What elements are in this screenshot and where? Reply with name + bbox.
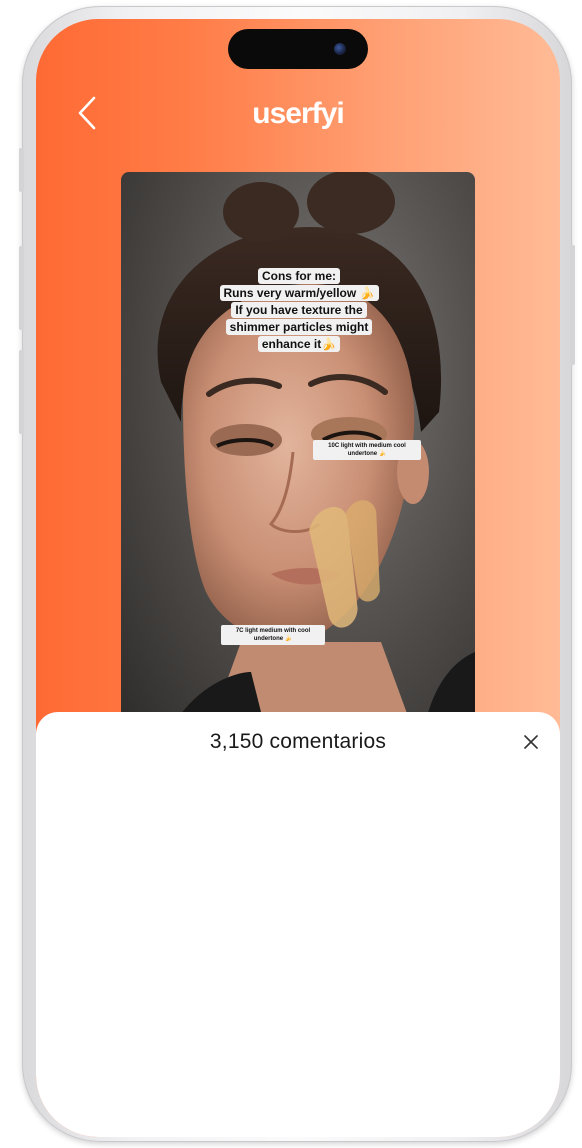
swatch-label: 7C light medium with cool undertone 🍌 bbox=[221, 625, 325, 645]
caption-line: shimmer particles might bbox=[225, 319, 373, 335]
caption-line: enhance it🍌 bbox=[257, 336, 341, 352]
video-caption: Cons for me: Runs very warm/yellow 🍌 If … bbox=[219, 268, 379, 353]
comments-sheet: 3,150 comentarios bbox=[36, 712, 560, 1137]
swatch-label: 10C light with medium cool undertone 🍌 bbox=[313, 440, 421, 460]
close-button[interactable] bbox=[519, 730, 543, 754]
phone-power-button bbox=[570, 245, 575, 365]
front-camera-icon bbox=[334, 43, 346, 55]
caption-line: Runs very warm/yellow 🍌 bbox=[219, 285, 379, 301]
phone-volume-up-button bbox=[19, 246, 24, 330]
phone-action-button bbox=[19, 148, 24, 192]
caption-line: Cons for me: bbox=[257, 268, 340, 284]
brand-logo: userfyi bbox=[252, 97, 344, 130]
video-frame bbox=[157, 172, 475, 752]
phone-volume-down-button bbox=[19, 350, 24, 434]
phone-screen: userfyi Cons for me: Runs very warm/yell… bbox=[36, 19, 560, 1137]
close-icon bbox=[524, 735, 538, 749]
caption-line: If you have texture the bbox=[231, 302, 367, 318]
dynamic-island bbox=[228, 29, 368, 69]
comments-count-title: 3,150 comentarios bbox=[209, 730, 387, 753]
video-player[interactable]: Cons for me: Runs very warm/yellow 🍌 If … bbox=[121, 172, 475, 752]
